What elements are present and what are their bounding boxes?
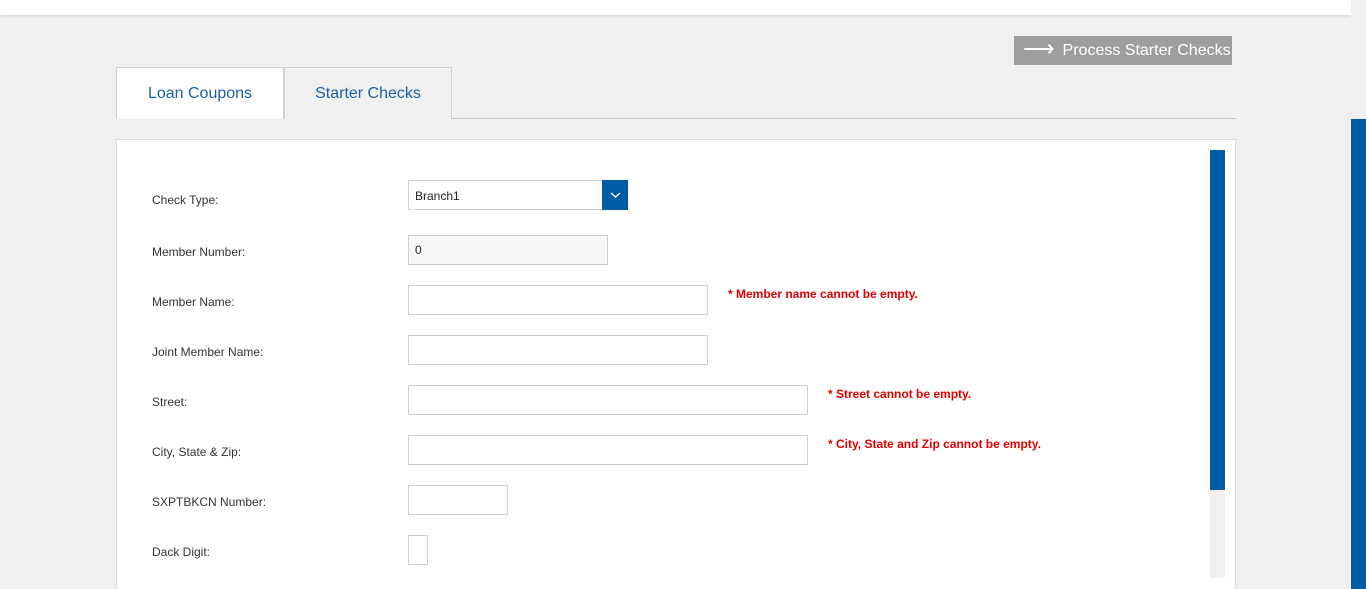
joint-member-name-field[interactable] (408, 335, 708, 365)
form-scrollbar-thumb[interactable] (1210, 150, 1225, 490)
sxptbkcn-number-label: SXPTBKCN Number: (152, 495, 267, 509)
check-type-value: Branch1 (415, 189, 460, 203)
page-scrollbar-thumb[interactable] (1351, 119, 1366, 589)
joint-member-name-label: Joint Member Name: (152, 345, 264, 359)
check-type-select[interactable]: Branch1 (408, 180, 628, 210)
dack-digit-field[interactable] (408, 535, 428, 565)
street-error: * Street cannot be empty. (828, 387, 972, 401)
tab-bar: Loan Coupons Starter Checks (116, 67, 1236, 119)
tab-loan-coupons[interactable]: Loan Coupons (116, 67, 284, 119)
street-field[interactable] (408, 385, 808, 415)
arrow-right-icon: ⟶ (1023, 35, 1055, 61)
street-label: Street: (152, 395, 188, 409)
city-state-zip-label: City, State & Zip: (152, 445, 242, 459)
member-name-label: Member Name: (152, 295, 235, 309)
dack-digit-label: Dack Digit: (152, 545, 211, 559)
page-scrollbar[interactable] (1351, 0, 1366, 589)
process-button-label: Process Starter Checks (1062, 41, 1231, 59)
starter-checks-form-panel: Check Type: Branch1 Member Number: Membe… (116, 139, 1236, 589)
process-starter-checks-button[interactable]: ⟶ Process Starter Checks (1014, 36, 1232, 65)
city-state-zip-error: * City, State and Zip cannot be empty. (828, 437, 1041, 451)
tab-label: Loan Coupons (147, 84, 253, 102)
chevron-down-icon (610, 192, 620, 198)
member-name-field[interactable] (408, 285, 708, 315)
check-type-label: Check Type: (152, 193, 219, 207)
city-state-zip-field[interactable] (408, 435, 808, 465)
tab-starter-checks[interactable]: Starter Checks (284, 67, 452, 119)
member-number-field[interactable] (408, 235, 608, 265)
form-scrollbar[interactable] (1210, 150, 1225, 578)
dropdown-toggle-button[interactable] (602, 180, 628, 210)
tab-label: Starter Checks (315, 84, 421, 102)
sxptbkcn-number-field[interactable] (408, 485, 508, 515)
member-name-error: * Member name cannot be empty. (728, 287, 918, 301)
member-number-label: Member Number: (152, 245, 246, 259)
top-header-bar (0, 0, 1351, 15)
